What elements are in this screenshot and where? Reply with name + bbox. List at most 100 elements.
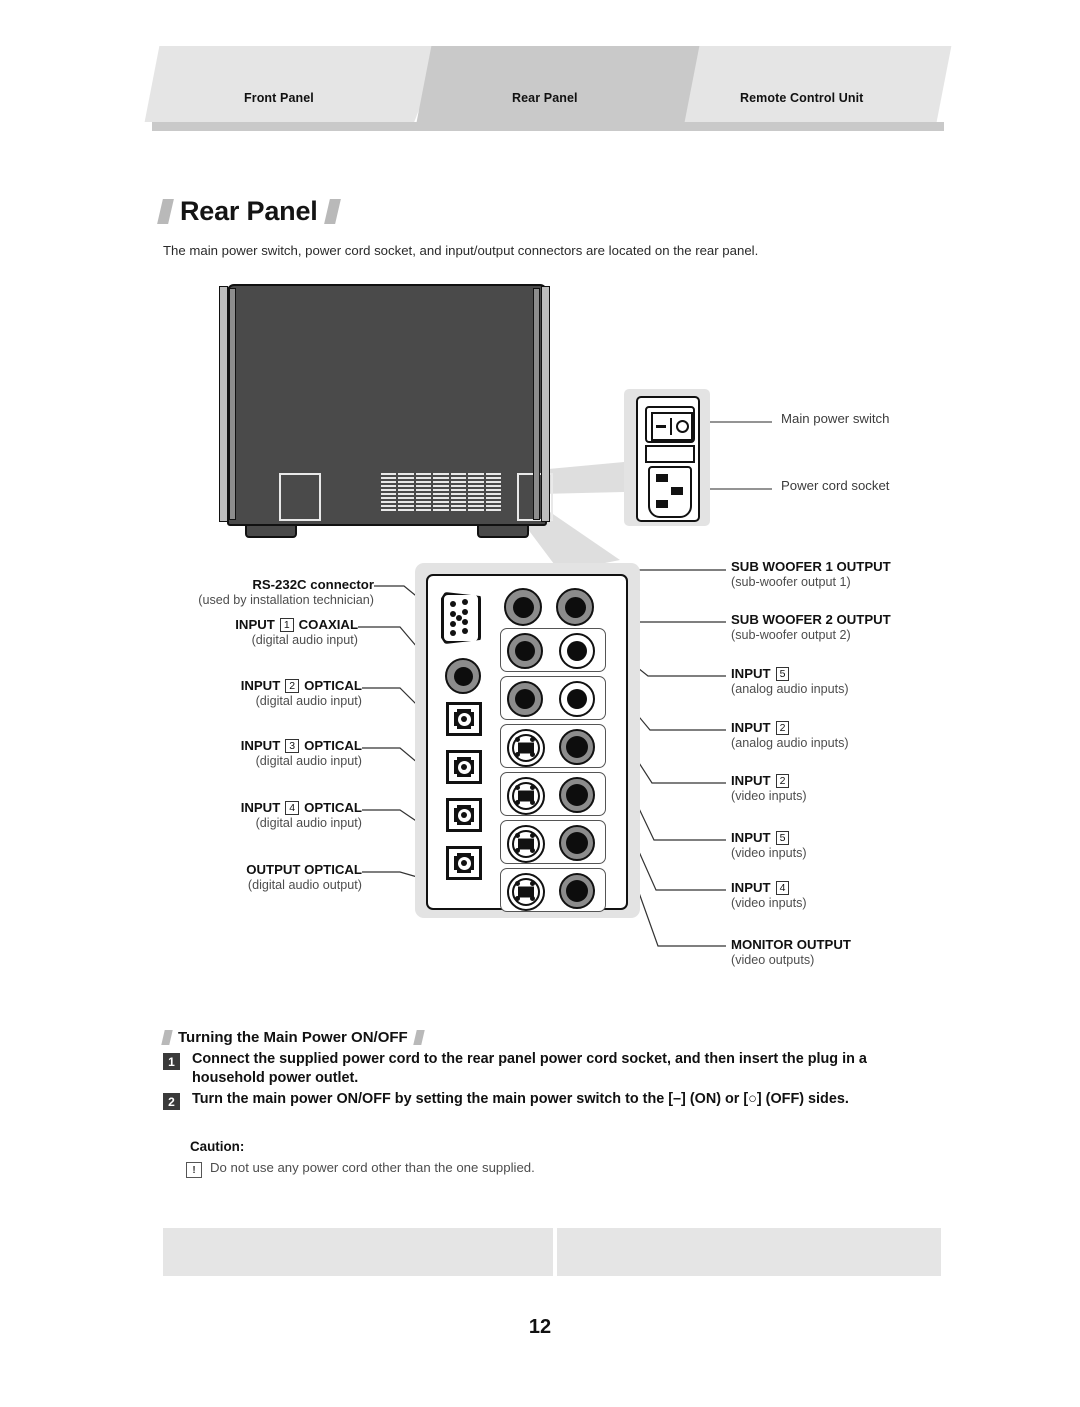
step-1-number: 1 — [163, 1053, 180, 1070]
input1-coaxial-jack-icon — [445, 658, 481, 694]
input5-audio-left-jack-icon — [507, 633, 543, 669]
input4-video-row — [500, 820, 606, 864]
callout-input1-sub: (digital audio input) — [251, 633, 358, 647]
callout-input4-video: INPUT 4 (video inputs) — [731, 880, 807, 910]
callout-input4-optical: INPUT 4 OPTICAL (digital audio input) — [60, 800, 362, 830]
device-bevel-left-inner — [229, 288, 236, 520]
title-slash-right-icon — [323, 199, 341, 224]
device-bevel-right-inner — [533, 288, 540, 520]
callout-input5-video-pre: INPUT — [731, 830, 771, 845]
device-bevel-right — [541, 286, 550, 522]
device-rear-illustration — [209, 284, 561, 538]
tab-remote-control-unit[interactable]: Remote Control Unit — [663, 46, 952, 122]
callout-input4-sub: (digital audio input) — [255, 816, 362, 830]
callout-input2-video-pre: INPUT — [731, 773, 771, 788]
tab-front-panel-shape — [144, 46, 449, 122]
device-foot-left — [245, 524, 297, 538]
input2-audio-right-jack-icon — [559, 681, 595, 717]
callout-monitor-output-sub: (video outputs) — [731, 953, 815, 967]
callout-input2-video-sub: (video inputs) — [731, 789, 807, 803]
device-foot-right — [477, 524, 529, 538]
callout-input4-video-sub: (video inputs) — [731, 896, 807, 910]
input5-composite-jack-icon — [559, 777, 595, 813]
step-item: 1 Connect the supplied power cord to the… — [163, 1050, 943, 1088]
power-plate — [636, 396, 700, 522]
callout-input2-analog-sub: (analog audio inputs) — [731, 736, 849, 750]
callout-input3-optical: INPUT 3 OPTICAL (digital audio input) — [60, 738, 362, 768]
page-title-text: Rear Panel — [180, 196, 318, 226]
callout-input3-pre: INPUT — [240, 738, 281, 753]
callout-input2-video: INPUT 2 (video inputs) — [731, 773, 807, 803]
monitor-output-composite-jack-icon — [559, 873, 595, 909]
footer-box-left — [163, 1228, 553, 1276]
input2-svideo-jack-icon — [507, 729, 545, 767]
callout-monitor-output: MONITOR OUTPUT (video outputs) — [731, 937, 851, 967]
power-cord-socket-icon — [648, 466, 692, 518]
header-rule — [152, 122, 944, 131]
step-1-text: Connect the supplied power cord to the r… — [192, 1051, 867, 1087]
callout-input2-analog-number: 2 — [775, 720, 790, 735]
main-power-switch-icon[interactable] — [645, 406, 695, 443]
callout-input2-analog: INPUT 2 (analog audio inputs) — [731, 720, 849, 750]
callout-subwoofer1-sub: (sub-woofer output 1) — [731, 575, 851, 589]
callout-output-optical-title: OUTPUT OPTICAL — [246, 862, 362, 877]
tab-remote-shape — [663, 46, 952, 122]
subsection-heading-text: Turning the Main Power ON/OFF — [178, 1029, 408, 1046]
input2-video-row — [500, 724, 606, 768]
callout-subwoofer1: SUB WOOFER 1 OUTPUT (sub-woofer output 1… — [731, 559, 891, 589]
step-2-number: 2 — [163, 1093, 180, 1111]
steps-list: 1 Connect the supplied power cord to the… — [163, 1050, 943, 1112]
rs232c-connector-icon — [441, 592, 481, 644]
callout-input2-video-number: 2 — [775, 773, 790, 788]
callout-input5-video: INPUT 5 (video inputs) — [731, 830, 807, 860]
caution-heading: Caution: — [190, 1139, 245, 1154]
monitor-output-row — [500, 868, 606, 912]
callout-rs232c: RS-232C connector (used by installation … — [60, 577, 374, 607]
tab-rear-panel[interactable]: Rear Panel — [416, 46, 700, 122]
input4-composite-jack-icon — [559, 825, 595, 861]
callout-input5-analog-sub: (analog audio inputs) — [731, 682, 849, 696]
input2-optical-jack-icon — [446, 702, 482, 736]
warning-icon: ! — [186, 1162, 202, 1178]
callout-input4-post: OPTICAL — [304, 800, 362, 815]
input4-optical-jack-icon — [446, 798, 482, 832]
tab-remote-control-unit-label: Remote Control Unit — [740, 91, 864, 105]
caution-text: Do not use any power cord other than the… — [210, 1160, 535, 1175]
intro-paragraph: The main power switch, power cord socket… — [163, 243, 759, 258]
callout-input2-optical: INPUT 2 OPTICAL (digital audio input) — [60, 678, 362, 708]
tab-front-panel-label: Front Panel — [244, 91, 314, 105]
subheading-slash-right-icon — [412, 1030, 425, 1045]
tab-front-panel[interactable]: Front Panel — [144, 46, 449, 122]
callout-input5-video-sub: (video inputs) — [731, 846, 807, 860]
tab-rear-panel-shape — [416, 46, 700, 122]
callout-input1-number: 1 — [279, 617, 294, 632]
device-connector-area-left — [279, 473, 321, 521]
callout-input1-pre: INPUT — [235, 617, 275, 632]
callout-input5-video-number: 5 — [775, 830, 790, 845]
subwoofer-output-row — [504, 588, 594, 626]
power-plate-slot — [645, 445, 695, 463]
callout-output-optical-sub: (digital audio output) — [247, 878, 362, 892]
callout-input2-opt-sub: (digital audio input) — [255, 694, 362, 708]
output-optical-jack-icon — [446, 846, 482, 880]
footer-box-right — [557, 1228, 941, 1276]
callout-input3-number: 3 — [285, 738, 300, 753]
callout-monitor-output-title: MONITOR OUTPUT — [731, 937, 851, 952]
callout-input4-video-pre: INPUT — [731, 880, 771, 895]
callout-main-power-switch: Main power switch — [781, 411, 890, 426]
input5-audio-right-jack-icon — [559, 633, 595, 669]
subwoofer2-output-jack-icon — [556, 588, 594, 626]
input5-svideo-jack-icon — [507, 777, 545, 815]
monitor-output-svideo-jack-icon — [507, 873, 545, 911]
device-body — [227, 284, 553, 526]
subheading-slash-left-icon — [161, 1030, 173, 1045]
callout-input5-analog-pre: INPUT — [731, 666, 771, 681]
tab-rear-panel-label: Rear Panel — [512, 91, 578, 105]
input2-audio-left-jack-icon — [507, 681, 543, 717]
callout-input3-post: OPTICAL — [304, 738, 362, 753]
callout-input2-opt-pre: INPUT — [240, 678, 281, 693]
callout-input2-analog-pre: INPUT — [731, 720, 771, 735]
step-item: 2 Turn the main power ON/OFF by setting … — [163, 1090, 943, 1111]
input5-analog-audio-row — [500, 628, 606, 672]
input3-optical-jack-icon — [446, 750, 482, 784]
